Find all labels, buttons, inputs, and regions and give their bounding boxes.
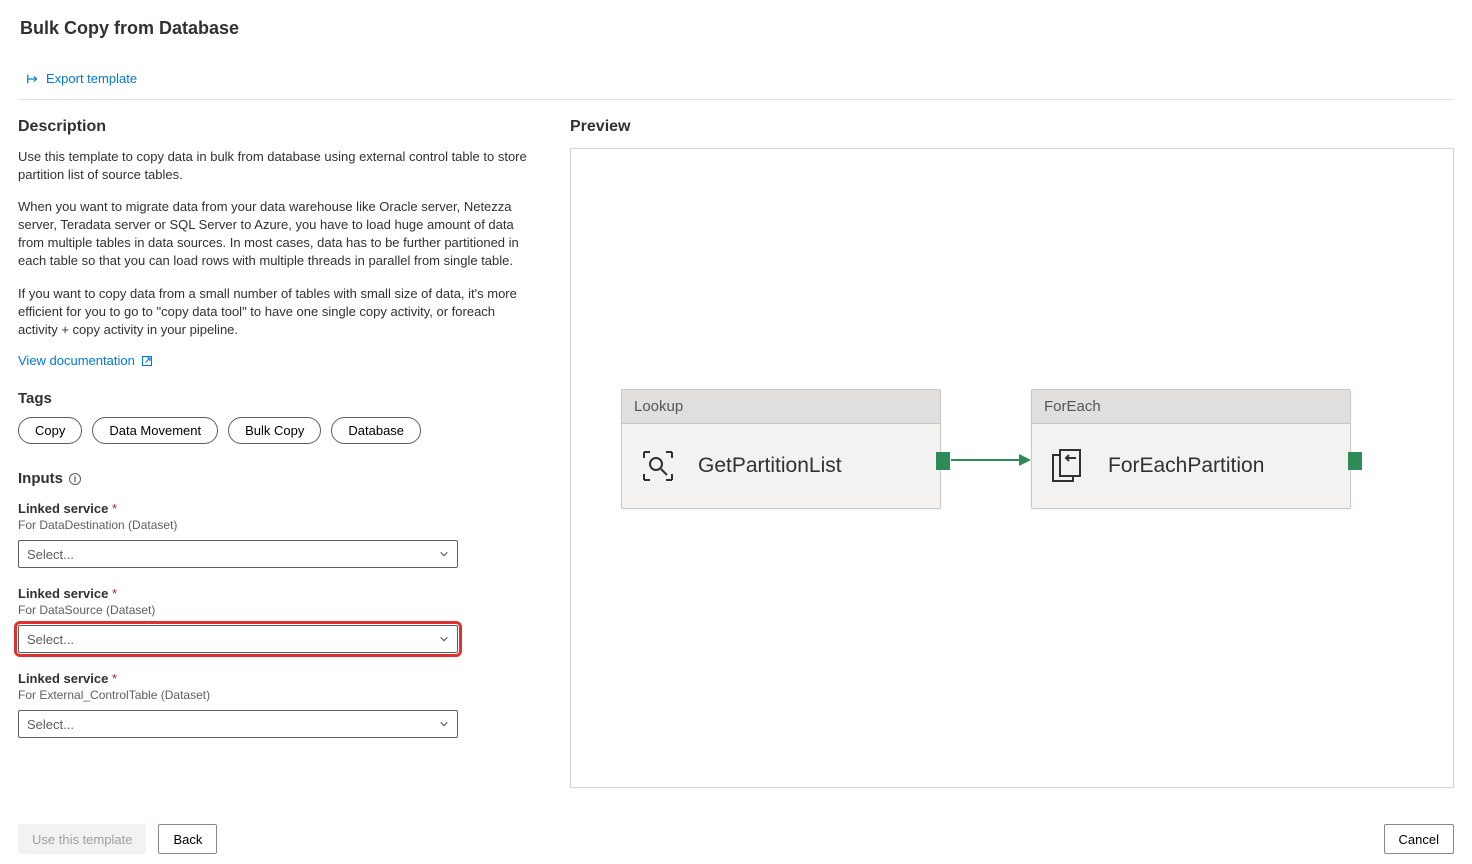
success-connector[interactable] bbox=[951, 459, 1021, 461]
arrow-head-icon bbox=[1019, 454, 1031, 466]
linked-service-select-datasource[interactable]: Select... bbox=[18, 625, 458, 653]
input-group-datasource: Linked service * For DataSource (Dataset… bbox=[18, 586, 538, 653]
tags-row: Copy Data Movement Bulk Copy Database bbox=[18, 417, 538, 444]
required-star: * bbox=[112, 501, 117, 516]
activity-type-label: Lookup bbox=[622, 390, 940, 424]
select-placeholder: Select... bbox=[27, 717, 74, 732]
export-template-label: Export template bbox=[46, 71, 137, 86]
output-port[interactable] bbox=[936, 452, 950, 470]
external-link-icon bbox=[141, 355, 153, 367]
activity-name-label: ForEachPartition bbox=[1108, 454, 1264, 478]
inputs-heading: Inputs i bbox=[18, 470, 538, 487]
view-documentation-label: View documentation bbox=[18, 353, 135, 368]
tag-database[interactable]: Database bbox=[331, 417, 421, 444]
description-text: Use this template to copy data in bulk f… bbox=[18, 148, 538, 340]
input-label: Linked service bbox=[18, 501, 108, 516]
input-group-datadestination: Linked service * For DataDestination (Da… bbox=[18, 501, 538, 568]
input-sublabel: For DataDestination (Dataset) bbox=[18, 518, 538, 532]
description-para3: If you want to copy data from a small nu… bbox=[18, 285, 538, 340]
description-heading: Description bbox=[18, 118, 538, 136]
info-icon[interactable]: i bbox=[69, 473, 81, 485]
foreach-icon bbox=[1048, 446, 1088, 486]
export-icon bbox=[26, 72, 40, 86]
chevron-down-icon bbox=[439, 634, 449, 644]
tag-bulk-copy[interactable]: Bulk Copy bbox=[228, 417, 321, 444]
tags-heading: Tags bbox=[18, 390, 538, 407]
input-sublabel: For DataSource (Dataset) bbox=[18, 603, 538, 617]
export-template-link[interactable]: Export template bbox=[26, 71, 137, 86]
linked-service-select-datadestination[interactable]: Select... bbox=[18, 540, 458, 568]
output-port[interactable] bbox=[1348, 452, 1362, 470]
activity-name-label: GetPartitionList bbox=[698, 454, 842, 478]
input-group-controltable: Linked service * For External_ControlTab… bbox=[18, 671, 538, 738]
cancel-button[interactable]: Cancel bbox=[1384, 824, 1454, 854]
description-para2: When you want to migrate data from your … bbox=[18, 198, 538, 271]
activity-type-label: ForEach bbox=[1032, 390, 1350, 424]
lookup-icon bbox=[638, 446, 678, 486]
tag-copy[interactable]: Copy bbox=[18, 417, 82, 444]
required-star: * bbox=[112, 586, 117, 601]
tag-data-movement[interactable]: Data Movement bbox=[92, 417, 218, 444]
activity-lookup[interactable]: Lookup GetPartitionList bbox=[621, 389, 941, 509]
select-placeholder: Select... bbox=[27, 547, 74, 562]
select-placeholder: Select... bbox=[27, 632, 74, 647]
input-label: Linked service bbox=[18, 671, 108, 686]
view-documentation-link[interactable]: View documentation bbox=[18, 353, 153, 368]
chevron-down-icon bbox=[439, 549, 449, 559]
input-sublabel: For External_ControlTable (Dataset) bbox=[18, 688, 538, 702]
activity-foreach[interactable]: ForEach ForEachPartition bbox=[1031, 389, 1351, 509]
linked-service-select-controltable[interactable]: Select... bbox=[18, 710, 458, 738]
chevron-down-icon bbox=[439, 719, 449, 729]
preview-heading: Preview bbox=[570, 118, 1454, 136]
input-label: Linked service bbox=[18, 586, 108, 601]
footer: Use this template Back Cancel bbox=[0, 814, 1472, 864]
page-title: Bulk Copy from Database bbox=[20, 18, 1454, 39]
preview-canvas[interactable]: Lookup GetPartitionList ForEach bbox=[570, 148, 1454, 788]
description-para1: Use this template to copy data in bulk f… bbox=[18, 148, 538, 184]
required-star: * bbox=[112, 671, 117, 686]
back-button[interactable]: Back bbox=[158, 824, 217, 854]
toolbar: Export template bbox=[18, 67, 1454, 100]
use-this-template-button: Use this template bbox=[18, 824, 146, 854]
